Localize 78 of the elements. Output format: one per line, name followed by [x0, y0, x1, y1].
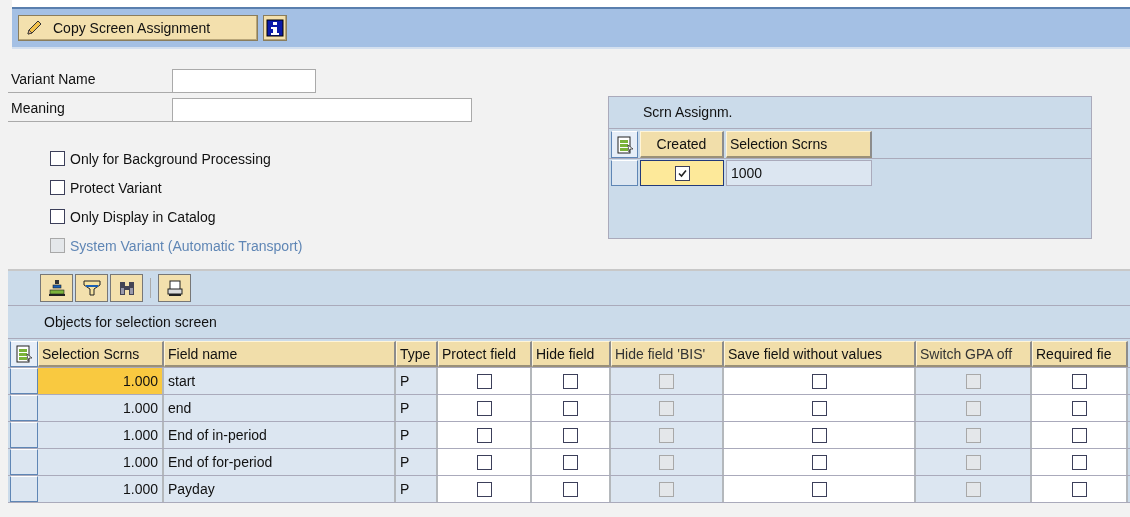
- copy-screen-assignment-button[interactable]: Copy Screen Assignment: [18, 15, 258, 41]
- checkbox[interactable]: [563, 481, 578, 497]
- column-header[interactable]: Protect field: [438, 341, 532, 367]
- checkbox[interactable]: [563, 400, 578, 416]
- column-header[interactable]: Selection Scrns: [726, 131, 872, 158]
- checkbox[interactable]: [1071, 373, 1087, 389]
- filter-button[interactable]: [75, 274, 108, 302]
- table-cell: 1.000: [38, 395, 164, 421]
- checkbox[interactable]: [50, 151, 65, 166]
- sort-button[interactable]: [40, 274, 73, 302]
- check-mark-icon: [677, 168, 687, 178]
- table-cell: End of for-period: [164, 449, 396, 475]
- checkbox[interactable]: [563, 373, 578, 389]
- table-cell: P: [396, 395, 438, 421]
- layout-icon: [15, 345, 33, 363]
- info-button[interactable]: [263, 15, 287, 41]
- row-selector[interactable]: [10, 476, 38, 502]
- checkbox[interactable]: [476, 373, 492, 389]
- checkbox[interactable]: [811, 400, 827, 416]
- checkbox[interactable]: [811, 373, 827, 389]
- binoculars-icon: [117, 279, 136, 297]
- checkbox[interactable]: [1071, 454, 1087, 470]
- layout-icon: [615, 135, 634, 154]
- table-cell: 1000: [726, 160, 872, 186]
- sort-icon: [47, 279, 66, 297]
- checkbox[interactable]: [811, 454, 827, 470]
- checkbox[interactable]: [50, 209, 65, 224]
- checkbox-label: Protect Variant: [70, 179, 162, 196]
- checkbox[interactable]: [476, 454, 492, 470]
- column-header[interactable]: Save field without values: [724, 341, 916, 367]
- input-field[interactable]: [172, 97, 472, 122]
- row-selector[interactable]: [611, 160, 638, 186]
- checkbox[interactable]: [1071, 400, 1087, 416]
- row-selector[interactable]: [10, 368, 38, 394]
- checkbox[interactable]: [811, 427, 827, 443]
- panel-title: Scrn Assignm.: [609, 97, 1091, 129]
- checkbox[interactable]: [476, 481, 492, 497]
- table-cell: P: [396, 449, 438, 475]
- column-header[interactable]: Hide field: [532, 341, 611, 367]
- checkbox[interactable]: [563, 427, 578, 443]
- row-selector[interactable]: [10, 395, 38, 421]
- table-cell: start: [164, 368, 396, 394]
- grid-title: Objects for selection screen: [8, 306, 1130, 339]
- info-icon: [266, 19, 284, 37]
- filter-icon: [82, 279, 101, 297]
- input-field[interactable]: [172, 68, 316, 93]
- checkbox[interactable]: [811, 481, 827, 497]
- printer-icon: [165, 279, 184, 297]
- checkbox[interactable]: [50, 180, 65, 195]
- checkbox[interactable]: [674, 165, 690, 181]
- table-cell: 1.000: [38, 422, 164, 448]
- row-selector[interactable]: [10, 422, 38, 448]
- print-button[interactable]: [158, 274, 191, 302]
- table-cell: P: [396, 422, 438, 448]
- find-button[interactable]: [110, 274, 143, 302]
- column-header[interactable]: Field name: [164, 341, 396, 367]
- checkbox[interactable]: [476, 400, 492, 416]
- checkbox[interactable]: [476, 427, 492, 443]
- row-selector[interactable]: [10, 449, 38, 475]
- column-header[interactable]: Created: [640, 131, 724, 158]
- pencil-icon: [25, 19, 43, 37]
- checkbox[interactable]: [1071, 427, 1087, 443]
- checkbox[interactable]: [1071, 481, 1087, 497]
- table-cell: P: [396, 368, 438, 394]
- table-cell: P: [396, 476, 438, 502]
- checkbox-label: Only for Background Processing: [70, 150, 271, 167]
- column-header[interactable]: Required fie: [1032, 341, 1128, 367]
- checkbox-label: System Variant (Automatic Transport): [70, 237, 303, 254]
- checkbox[interactable]: [563, 454, 578, 470]
- table-cell: 1.000: [38, 476, 164, 502]
- column-header[interactable]: Type: [396, 341, 438, 367]
- table-cell: end: [164, 395, 396, 421]
- table-cell: End of in-period: [164, 422, 396, 448]
- table-cell: Payday: [164, 476, 396, 502]
- table-cell: 1.000: [38, 449, 164, 475]
- checkbox-label: Only Display in Catalog: [70, 208, 216, 225]
- column-header[interactable]: Selection Scrns: [38, 341, 164, 367]
- table-cell: 1.000: [38, 368, 164, 394]
